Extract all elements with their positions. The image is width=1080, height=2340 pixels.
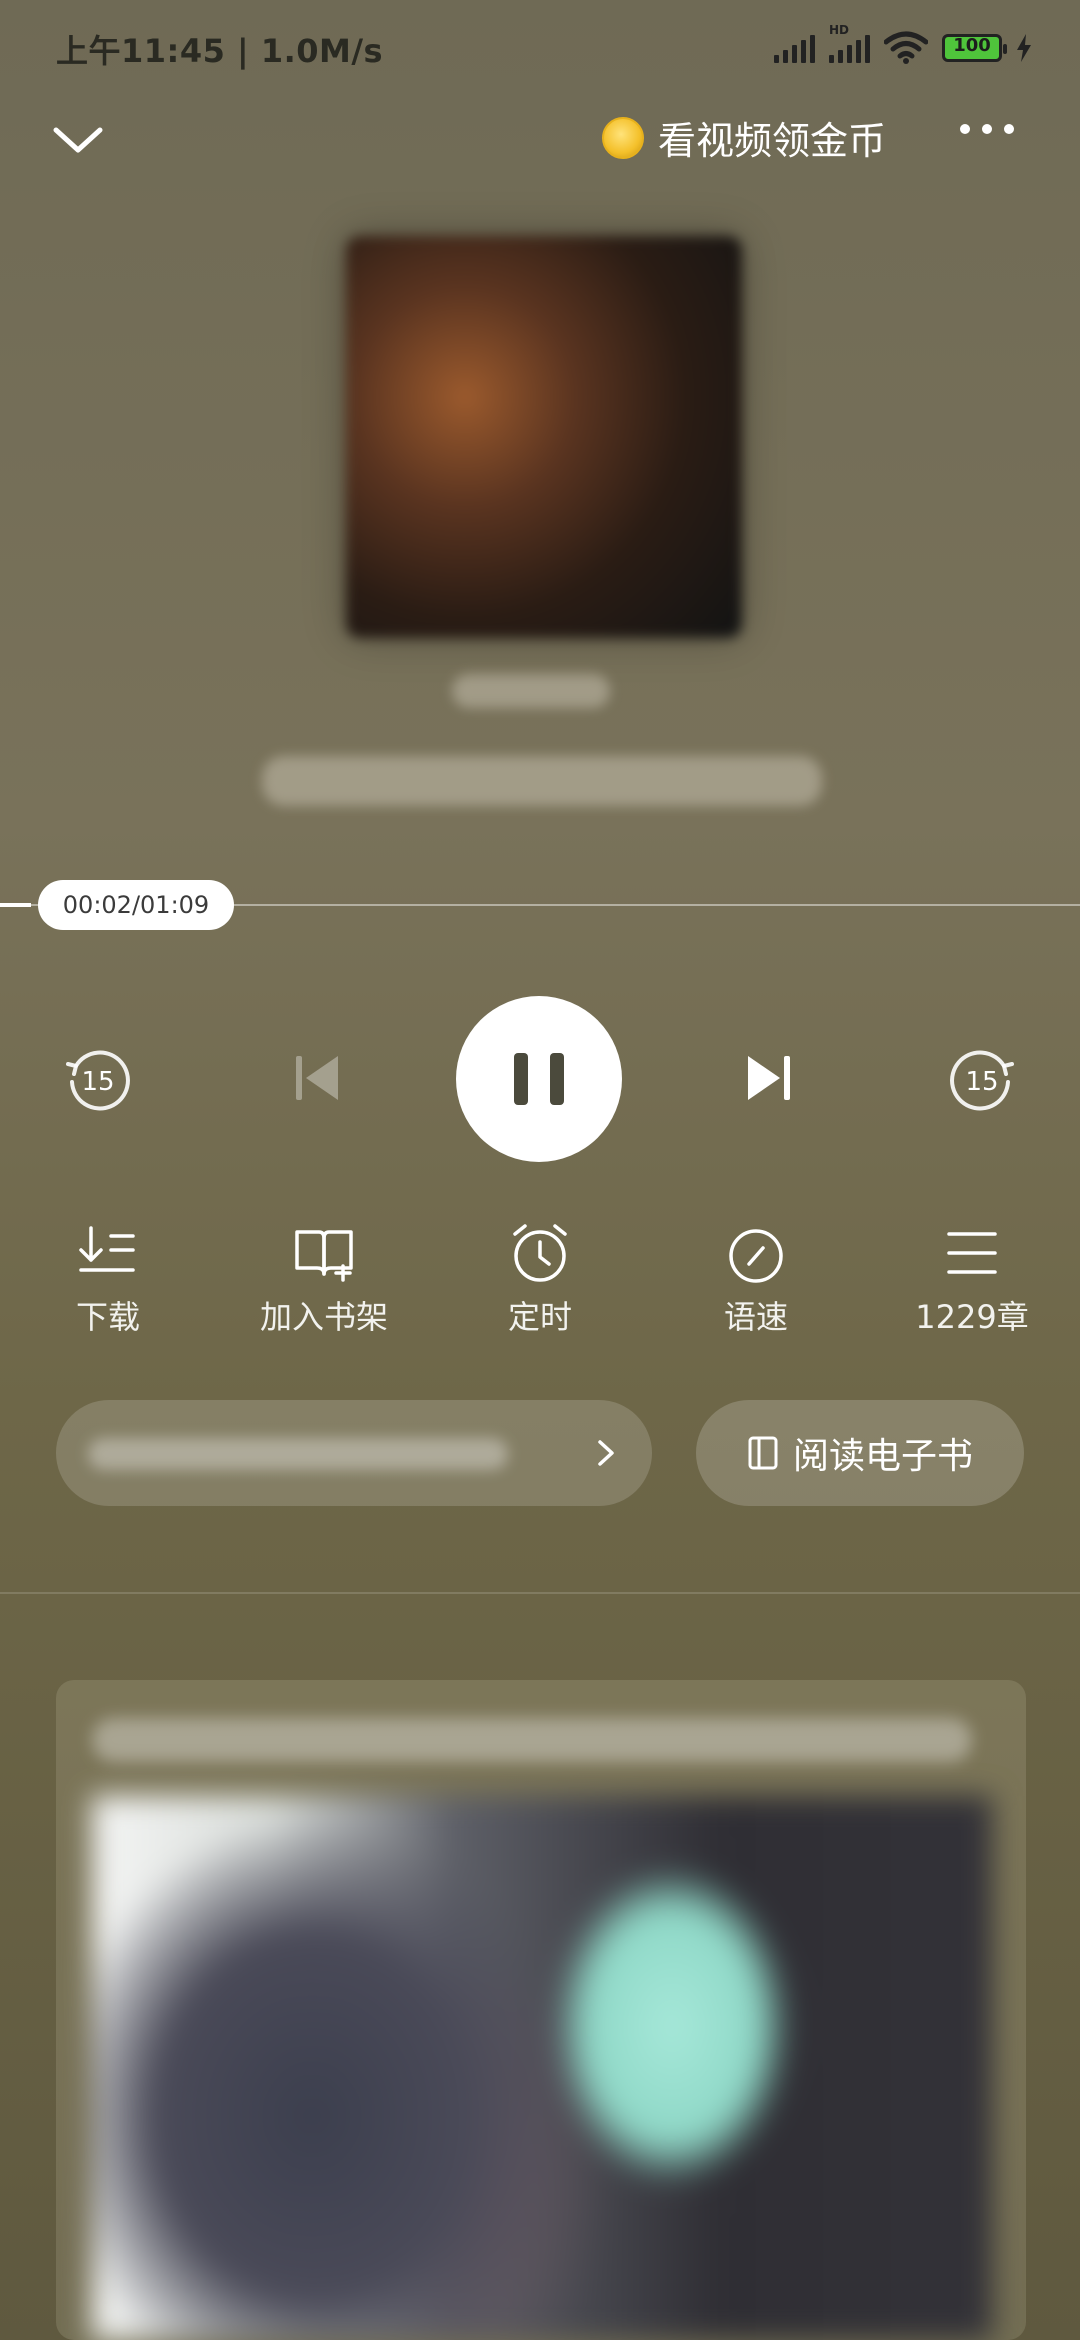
book-title-blurred	[452, 674, 610, 708]
speech-rate-button[interactable]: 语速	[666, 1220, 846, 1338]
timer-button[interactable]: 定时	[450, 1220, 630, 1338]
speed-gauge-icon	[729, 1229, 783, 1283]
wifi-icon	[884, 31, 928, 64]
download-button[interactable]: 下载	[18, 1220, 198, 1338]
skip-next-icon	[748, 1056, 790, 1100]
read-ebook-label: 阅读电子书	[792, 1436, 973, 1477]
download-label: 下载	[75, 1298, 140, 1336]
chapter-count-label: 1229章	[915, 1298, 1029, 1336]
cell-signal-hd-icon: HD	[829, 23, 870, 63]
chapter-list-button[interactable]: 1229章	[882, 1220, 1062, 1338]
card-image-blurred	[92, 1796, 992, 2340]
progress-time-thumb[interactable]: 00:02/01:09	[38, 880, 234, 930]
related-book-link[interactable]	[56, 1400, 652, 1506]
progress-fill	[0, 903, 32, 907]
charging-bolt-icon	[1017, 34, 1031, 62]
status-icons: HD 100	[774, 23, 1032, 68]
alarm-clock-icon	[513, 1224, 567, 1282]
forward-15-icon: 15	[950, 1050, 1014, 1111]
speech-rate-label: 语速	[723, 1298, 788, 1336]
related-book-text-blurred	[88, 1438, 508, 1470]
download-list-icon	[79, 1226, 135, 1272]
add-to-bookshelf-button[interactable]: 加入书架	[234, 1220, 414, 1338]
chevron-right-icon	[598, 1440, 614, 1466]
pause-button[interactable]	[456, 996, 622, 1162]
read-ebook-button[interactable]: 阅读电子书	[696, 1400, 1024, 1506]
recommendation-card-blurred[interactable]	[56, 1680, 1026, 2340]
status-time: 上午11:45 | 1.0M/s	[56, 32, 384, 70]
battery-icon: 100	[942, 34, 1007, 62]
previous-chapter-button[interactable]	[286, 1046, 350, 1110]
rewind-15-icon: 15	[66, 1050, 130, 1111]
book-icon	[748, 1436, 778, 1470]
watch-video-reward-button[interactable]: 看视频领金币	[602, 110, 886, 165]
more-dots-icon[interactable]	[960, 124, 1014, 134]
add-to-bookshelf-label: 加入书架	[259, 1298, 388, 1336]
book-subtitle-blurred	[262, 756, 822, 806]
section-divider	[0, 1592, 1080, 1594]
pause-icon	[503, 1053, 575, 1105]
svg-text:15: 15	[965, 1067, 998, 1097]
next-chapter-button[interactable]	[736, 1046, 800, 1110]
chevron-down-icon[interactable]	[50, 112, 106, 168]
cell-signal-icon	[774, 33, 815, 63]
skip-previous-icon	[296, 1056, 338, 1100]
forward-15-button[interactable]: 15	[948, 1044, 1018, 1114]
hd-label: HD	[829, 23, 850, 37]
album-cover	[346, 236, 742, 638]
gold-coin-icon	[602, 116, 644, 159]
card-title-blurred	[92, 1718, 972, 1762]
chapter-list-icon	[947, 1232, 997, 1274]
timer-label: 定时	[507, 1298, 572, 1336]
reward-label: 看视频领金币	[658, 119, 887, 163]
rewind-15-button[interactable]: 15	[62, 1044, 132, 1114]
bookshelf-add-icon	[295, 1230, 353, 1282]
svg-text:15: 15	[81, 1067, 114, 1097]
